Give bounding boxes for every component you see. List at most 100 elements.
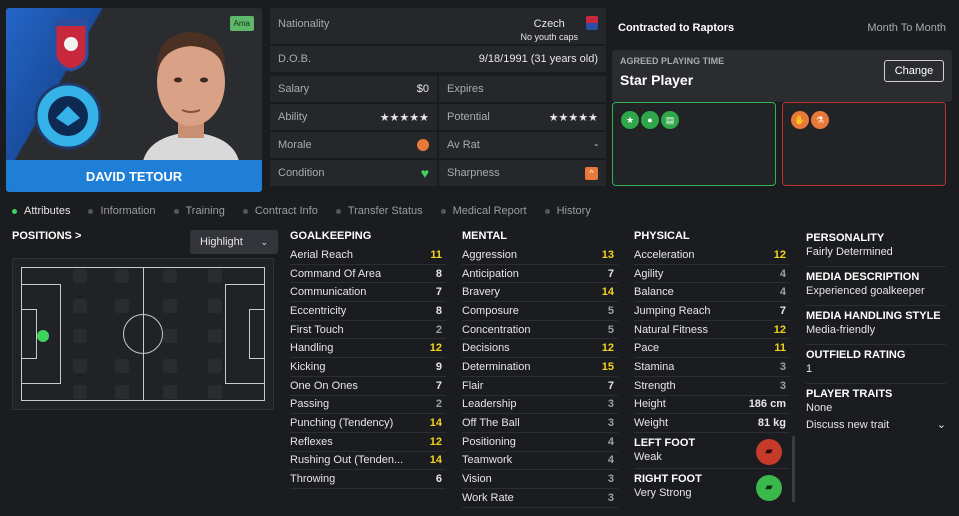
agreed-value: Star Player xyxy=(620,72,694,88)
attribute-value: 2 xyxy=(435,323,442,336)
tab-history[interactable]: History xyxy=(544,205,591,217)
club-badge xyxy=(34,82,102,150)
tab-training[interactable]: Training xyxy=(173,205,225,217)
mental-attribute-row: Off The Ball 3 xyxy=(462,414,618,433)
attribute-name: Rushing Out (Tenden... xyxy=(290,454,404,467)
goalkeeping-attribute-row: Reflexes 12 xyxy=(290,433,446,452)
attribute-value: 13 xyxy=(601,248,614,261)
attribute-value: 11 xyxy=(774,342,786,355)
goalkeeping-attribute-row: Kicking 9 xyxy=(290,358,446,377)
mental-attribute-row: Composure 5 xyxy=(462,302,618,321)
goalkeeping-attribute-row: Passing 2 xyxy=(290,396,446,415)
attribute-value: 12 xyxy=(601,342,614,355)
attribute-name: Stamina xyxy=(634,360,675,373)
positions-title[interactable]: POSITIONS > xyxy=(12,230,81,242)
attribute-value: 186 cm xyxy=(748,398,786,411)
right-boot-icon: ▰ xyxy=(756,474,782,501)
attribute-name: Weight xyxy=(634,417,669,430)
highlight-label: Highlight xyxy=(200,236,243,248)
mental-attribute-row: Vision 3 xyxy=(462,470,618,489)
attribute-name: Work Rate xyxy=(462,491,514,504)
tab-contract-info[interactable]: Contract Info xyxy=(242,205,318,217)
traits-value: None xyxy=(806,402,833,414)
attribute-name: Anticipation xyxy=(462,267,519,280)
tab-medical-report[interactable]: Medical Report xyxy=(440,205,527,217)
head-icon: ● xyxy=(641,111,659,129)
positive-traits-box: ★ ● ▤ xyxy=(612,102,776,186)
scrollbar[interactable] xyxy=(792,436,795,502)
goalkeeping-attribute-row: Aerial Reach 11 xyxy=(290,246,446,265)
left-boot-icon: ▰ xyxy=(756,438,782,465)
ability-row: Ability ★★★★★ xyxy=(270,104,437,130)
attribute-name: Command Of Area xyxy=(290,267,382,280)
right-foot-value: Very Strong xyxy=(634,486,692,499)
contract-header: Contracted to Raptors Month To Month xyxy=(612,8,952,48)
hand-icon: ✋ xyxy=(791,111,809,129)
attribute-value: 12 xyxy=(773,323,786,336)
attribute-name: Aggression xyxy=(462,248,518,261)
media-style-value: Media-friendly xyxy=(806,322,946,345)
tab-attributes[interactable]: Attributes xyxy=(12,205,70,217)
nationality-label: Nationality xyxy=(278,18,330,30)
media-desc-value: Experienced goalkeeper xyxy=(806,283,946,306)
attribute-name: Kicking xyxy=(290,360,326,373)
attribute-value: 2 xyxy=(435,398,442,411)
heart-icon: ♥ xyxy=(420,165,429,181)
expires-row: Expires xyxy=(439,76,606,102)
tab-transfer-status[interactable]: Transfer Status xyxy=(335,205,423,217)
attribute-value: 7 xyxy=(435,286,442,299)
mental-attribute-row: Anticipation 7 xyxy=(462,265,618,284)
attribute-value: 8 xyxy=(435,304,442,317)
physical-attribute-row: Natural Fitness 12 xyxy=(634,321,790,340)
attribute-name: Punching (Tendency) xyxy=(290,417,394,430)
goalkeeping-attribute-row: Command Of Area 8 xyxy=(290,265,446,284)
morale-row: Morale xyxy=(270,132,437,158)
attribute-value: 3 xyxy=(779,360,786,373)
attribute-name: One On Ones xyxy=(290,379,358,392)
contract-term: Month To Month xyxy=(867,22,946,34)
mental-attribute-row: Positioning 4 xyxy=(462,433,618,452)
ability-label: Ability xyxy=(278,111,308,123)
avrat-row: Av Rat - xyxy=(439,132,606,158)
attribute-name: Height xyxy=(634,398,666,411)
dob-label: D.O.B. xyxy=(278,53,312,65)
attribute-value: 4 xyxy=(779,286,786,299)
amateur-badge: Ama xyxy=(229,16,254,31)
highlight-dropdown[interactable]: Highlight ⌄ xyxy=(190,230,278,254)
attribute-name: Determination xyxy=(462,360,531,373)
attribute-value: 3 xyxy=(779,379,786,392)
outfield-label: OUTFIELD RATING xyxy=(806,349,906,361)
attribute-name: Balance xyxy=(634,286,674,299)
attribute-value: 7 xyxy=(607,267,614,280)
avrat-value: - xyxy=(594,139,598,151)
right-foot-label: RIGHT FOOT xyxy=(634,472,702,485)
attribute-name: Off The Ball xyxy=(462,417,520,430)
attribute-value: 11 xyxy=(430,248,442,261)
chevron-down-icon: ⌄ xyxy=(260,236,268,247)
attribute-value: 14 xyxy=(601,286,614,299)
youth-caps: No youth caps xyxy=(520,32,578,42)
attribute-name: Handling xyxy=(290,342,334,355)
nationality-value: Czech xyxy=(533,18,565,30)
physical-attribute-row: Height 186 cm xyxy=(634,396,790,415)
change-button[interactable]: Change xyxy=(884,60,944,82)
player-photo xyxy=(132,14,250,166)
attribute-value: 12 xyxy=(429,435,442,448)
negative-traits-box: ✋ ⚗ xyxy=(782,102,946,186)
left-foot-value: Weak xyxy=(634,450,662,463)
tab-information[interactable]: Information xyxy=(88,205,156,217)
discuss-trait-button[interactable]: Discuss new trait ⌄ xyxy=(806,418,946,432)
attribute-value: 9 xyxy=(435,360,442,373)
personality-value: Fairly Determined xyxy=(806,244,946,267)
attribute-name: Bravery xyxy=(462,286,500,299)
attribute-value: 12 xyxy=(773,248,786,261)
attribute-value: 3 xyxy=(607,491,614,504)
attribute-name: Reflexes xyxy=(290,435,333,448)
federation-logo xyxy=(51,16,91,72)
dob-row: D.O.B. 9/18/1991 (31 years old) xyxy=(270,46,606,72)
media-desc-label: MEDIA DESCRIPTION xyxy=(806,271,920,283)
mental-column: MENTAL Aggression 13 Anticipation 7 Bravery 1… xyxy=(462,230,618,508)
potential-label: Potential xyxy=(447,111,490,123)
mental-attribute-row: Determination 15 xyxy=(462,358,618,377)
attribute-value: 3 xyxy=(607,417,614,430)
